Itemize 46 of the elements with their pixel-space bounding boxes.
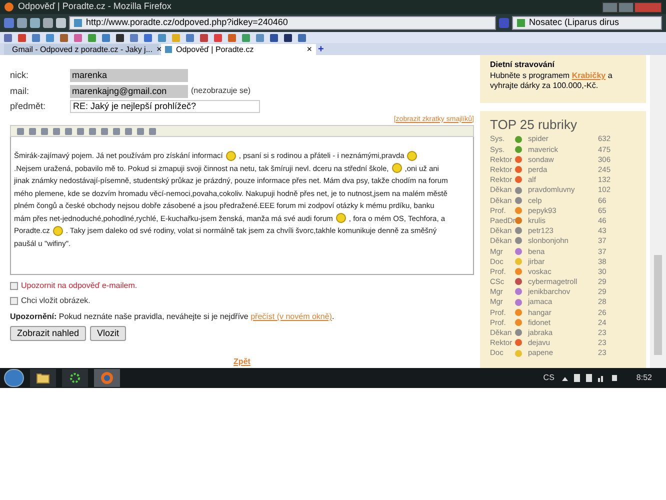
tab-title: Odpověď | Poradte.cz xyxy=(176,44,254,56)
text-field[interactable]: RE: Jaký je nejlepší prohlížeč? xyxy=(70,100,260,114)
close-button[interactable] xyxy=(634,2,662,12)
notice-text: Upozornění: Pokud neznáte naše pravidla, neváhejte si je nejdříve přečíst (v novém okně). xyxy=(10,311,336,323)
form-button[interactable]: Vlozit xyxy=(90,326,126,341)
taskbar-app[interactable] xyxy=(62,369,88,387)
checkbox-label: Upozornit na odpověď e-mailem. xyxy=(21,280,138,292)
checkbox[interactable] xyxy=(10,282,18,290)
promo-title: Dietní stravování xyxy=(490,59,556,71)
field-label: předmět: xyxy=(10,100,47,113)
tab-close[interactable]: × xyxy=(306,45,312,54)
promo-link[interactable]: Krabičky xyxy=(572,71,606,80)
address-field[interactable]: http://www.poradte.cz/odpoved.php?idkey=240460 xyxy=(69,16,496,30)
tab-title: Gmail - Odpoved z poradte.cz - Jaky j... xyxy=(12,44,152,56)
maximize-button[interactable] xyxy=(618,2,634,12)
start-button[interactable] xyxy=(4,369,24,387)
search-field[interactable]: Nosatec (Liparus dirus xyxy=(512,16,662,30)
language-indicator[interactable]: CS xyxy=(543,372,554,384)
firefox-icon xyxy=(4,2,14,12)
field-label: nick: xyxy=(10,69,30,82)
checkbox[interactable] xyxy=(10,297,18,305)
rules-link[interactable]: přečíst (v novém okně) xyxy=(250,312,332,321)
promo-text: Hubněte s programem Krabičky a vyhrajte dárky za 100.000,-Kč. xyxy=(490,71,614,91)
window-title: Odpověď | Poradte.cz - Mozilla Firefox xyxy=(18,0,172,14)
minimize-button[interactable] xyxy=(602,2,618,12)
field-note: (nezobrazuje se) xyxy=(191,85,251,98)
message-area[interactable] xyxy=(10,137,474,275)
browser-tab[interactable]: Odpověď | Poradte.cz × xyxy=(161,44,316,55)
globe-icon xyxy=(100,371,114,385)
flower-icon xyxy=(69,372,81,384)
clock: 8:52 xyxy=(636,372,652,384)
taskbar-app[interactable] xyxy=(30,369,56,387)
checkbox-label: Chci vložit obrázek. xyxy=(21,295,90,307)
tab-favicon xyxy=(165,46,172,53)
new-tab-button[interactable]: + xyxy=(318,45,324,55)
field-label: mail: xyxy=(10,84,30,98)
browser-tab[interactable]: Gmail - Odpoved z poradte.cz - Jaky j... × xyxy=(4,44,159,55)
tab-close[interactable]: × xyxy=(156,45,162,54)
ranking-title: TOP 25 rubriky xyxy=(490,117,578,133)
page-icon xyxy=(74,19,82,27)
back-link[interactable]: Zpět xyxy=(234,356,250,368)
folder-icon xyxy=(36,372,50,384)
search-engine-icon xyxy=(517,19,525,27)
search-text: Nosatec (Liparus dirus xyxy=(529,16,620,30)
url-text: http://www.poradte.cz/odpoved.php?idkey=240460 xyxy=(86,16,288,30)
form-button[interactable]: Zobrazit nahled xyxy=(10,326,86,341)
